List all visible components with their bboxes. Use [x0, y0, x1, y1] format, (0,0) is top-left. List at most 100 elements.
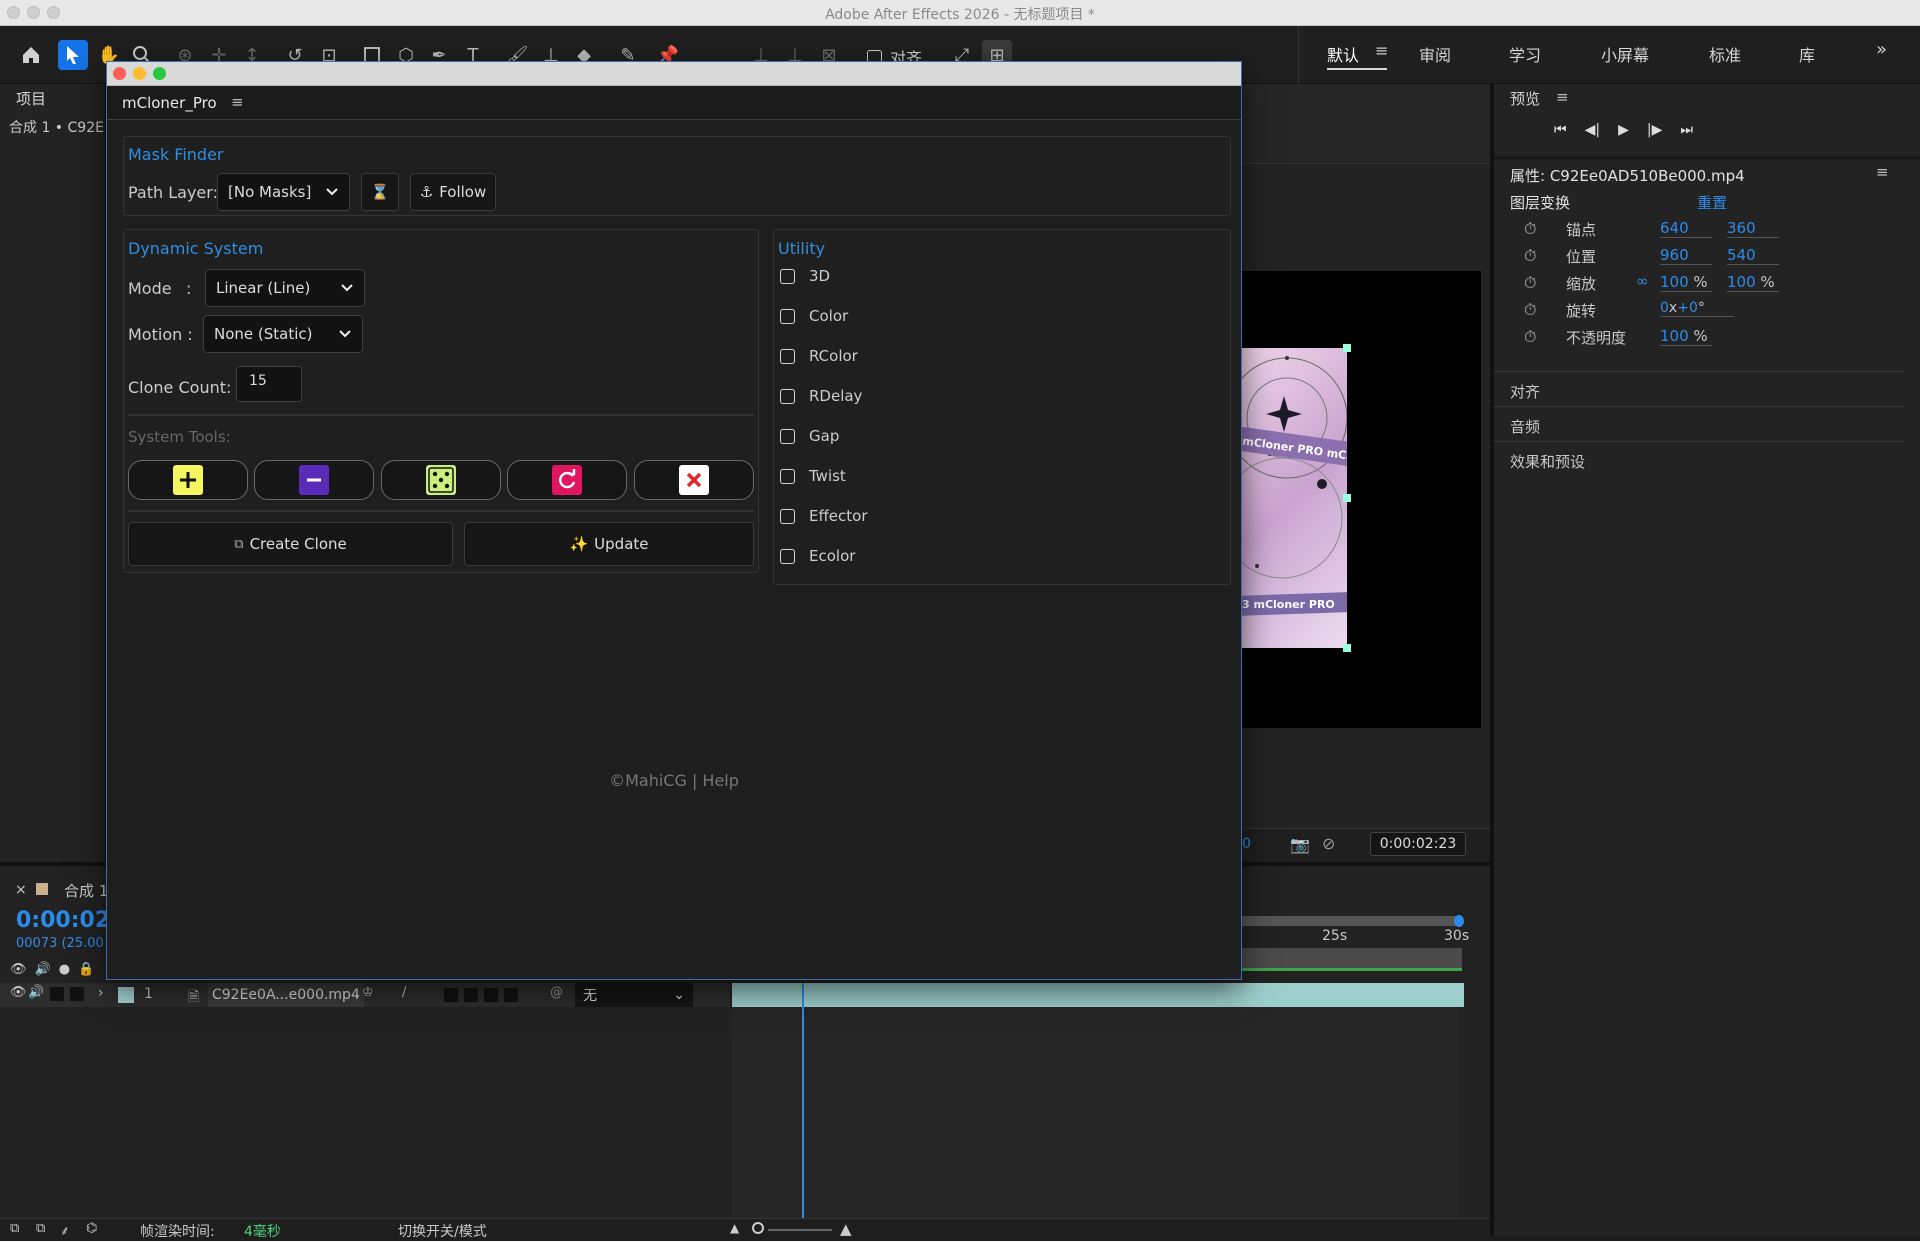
- zoom-slider-handle[interactable]: [752, 1222, 764, 1234]
- checkbox[interactable]: [780, 308, 795, 324]
- effects-presets-section[interactable]: 效果和预设: [1510, 451, 1585, 472]
- quality-switch-icon[interactable]: /: [402, 985, 406, 1000]
- switch-box[interactable]: [484, 988, 498, 1002]
- track-area[interactable]: [732, 983, 1458, 1237]
- hourglass-button[interactable]: ⌛: [361, 173, 399, 211]
- render-time-icon[interactable]: ⸙: [60, 1221, 70, 1239]
- checkbox[interactable]: [780, 348, 795, 364]
- last-frame-icon[interactable]: ⏭: [1680, 122, 1693, 138]
- eye-icon[interactable]: 👁: [10, 985, 27, 1000]
- shy-switch-icon[interactable]: ♔: [362, 985, 374, 1000]
- anchor-y[interactable]: 360: [1727, 219, 1779, 238]
- next-frame-icon[interactable]: |▶: [1647, 122, 1662, 138]
- comp-flowchart-icon[interactable]: ⧉: [10, 1221, 19, 1236]
- plugin-zoom-button[interactable]: [153, 67, 166, 80]
- utility-item-gap[interactable]: Gap: [780, 416, 1220, 456]
- workspace-tab-review[interactable]: 审阅: [1419, 42, 1451, 66]
- follow-button[interactable]: ⚓ Follow: [410, 173, 496, 211]
- path-layer-dropdown[interactable]: [No Masks]: [217, 173, 350, 211]
- properties-menu-icon[interactable]: ≡: [1876, 163, 1889, 181]
- reset-button[interactable]: [507, 460, 627, 500]
- preview-panel-title[interactable]: 预览: [1510, 88, 1540, 109]
- help-link[interactable]: Help: [702, 771, 738, 790]
- utility-item-ecolor[interactable]: Ecolor: [780, 536, 1220, 576]
- plugin-menu-icon[interactable]: ≡: [231, 93, 244, 111]
- rotation-degrees[interactable]: +0: [1677, 300, 1698, 316]
- playhead[interactable]: [802, 983, 804, 1237]
- lock-icon[interactable]: 🔒: [78, 962, 94, 977]
- project-panel-title[interactable]: 项目: [16, 88, 46, 109]
- layer-switches-icon[interactable]: ⧉: [36, 1221, 45, 1236]
- utility-item-color[interactable]: Color: [780, 296, 1220, 336]
- preview-menu-icon[interactable]: ≡: [1556, 88, 1569, 106]
- plugin-tab[interactable]: mCloner_Pro: [122, 94, 217, 112]
- label-color-swatch[interactable]: [118, 987, 134, 1003]
- transform-handle[interactable]: [1343, 344, 1351, 352]
- checkbox[interactable]: [780, 428, 795, 444]
- checkbox[interactable]: [780, 388, 795, 404]
- comp-tab[interactable]: 合成 1: [64, 880, 108, 901]
- motion-dropdown[interactable]: None (Static): [203, 315, 363, 353]
- audio-icon[interactable]: 🔊: [28, 985, 44, 1000]
- stopwatch-icon[interactable]: ⏱: [1524, 327, 1536, 347]
- zoom-out-icon[interactable]: ▲: [730, 1221, 739, 1235]
- lock-box[interactable]: [70, 987, 84, 1001]
- home-icon[interactable]: [16, 40, 46, 70]
- utility-item-twist[interactable]: Twist: [780, 456, 1220, 496]
- prev-frame-icon[interactable]: ◀|: [1585, 122, 1600, 138]
- utility-item-rdelay[interactable]: RDelay: [780, 376, 1220, 416]
- layer-transform-heading[interactable]: 图层变换: [1510, 192, 1570, 213]
- work-area-end[interactable]: [1454, 915, 1464, 927]
- randomize-button[interactable]: [381, 460, 501, 500]
- opacity-value[interactable]: 100: [1660, 327, 1689, 345]
- parent-dropdown[interactable]: 无 ⌄: [575, 983, 693, 1007]
- expand-chevron-icon[interactable]: ›: [98, 985, 104, 1001]
- zoom-slider-track[interactable]: [768, 1229, 832, 1231]
- audio-section[interactable]: 音频: [1510, 416, 1540, 437]
- switch-box[interactable]: [444, 988, 458, 1002]
- solo-icon[interactable]: ●: [59, 962, 70, 977]
- layer-bar[interactable]: [732, 983, 1464, 1007]
- rotation-turns[interactable]: 0: [1660, 300, 1669, 316]
- workspace-tab-learn[interactable]: 学习: [1509, 42, 1541, 66]
- toggle-switches-label[interactable]: 切换开关/模式: [398, 1221, 487, 1241]
- reset-link[interactable]: 重置: [1697, 192, 1727, 213]
- create-clone-button[interactable]: ⧉ Create Clone: [128, 522, 453, 566]
- checkbox[interactable]: [780, 468, 795, 484]
- zoom-in-icon[interactable]: ▲: [840, 1220, 852, 1238]
- timeline-timecode[interactable]: 0:00:02:: [16, 908, 119, 933]
- remove-clone-button[interactable]: [254, 460, 374, 500]
- more-workspaces-icon[interactable]: »: [1876, 39, 1887, 60]
- plugin-minimize-button[interactable]: [133, 67, 146, 80]
- checkbox[interactable]: [780, 508, 795, 524]
- utility-item-3d[interactable]: 3D: [780, 256, 1220, 296]
- mode-dropdown[interactable]: Linear (Line): [205, 269, 365, 307]
- work-area-bar[interactable]: [1242, 916, 1462, 926]
- motion-blur-icon[interactable]: ⌬: [86, 1221, 97, 1236]
- add-clone-button[interactable]: [128, 460, 248, 500]
- eye-icon[interactable]: 👁: [10, 962, 27, 977]
- utility-item-rcolor[interactable]: RColor: [780, 336, 1220, 376]
- play-icon[interactable]: ▶: [1618, 122, 1629, 138]
- parent-pickwhip-icon[interactable]: @: [550, 985, 563, 1000]
- stopwatch-icon[interactable]: ⏱: [1524, 273, 1536, 293]
- viewer-timecode[interactable]: 0:00:02:23: [1370, 832, 1466, 856]
- workspace-tab-default[interactable]: 默认: [1327, 42, 1359, 66]
- transform-handle[interactable]: [1343, 494, 1351, 502]
- switch-box[interactable]: [464, 988, 478, 1002]
- plugin-close-button[interactable]: [113, 67, 126, 80]
- layer-row[interactable]: 👁 🔊 › 1 🗎 C92Ee0A...e000.mp4 ♔ / @ 无 ⌄: [0, 983, 730, 1007]
- layer-name[interactable]: C92Ee0A...e000.mp4: [208, 983, 364, 1007]
- scale-x[interactable]: 100: [1660, 273, 1689, 291]
- anchor-x[interactable]: 640: [1660, 219, 1712, 238]
- selection-tool-icon[interactable]: [58, 40, 88, 70]
- position-y[interactable]: 540: [1727, 246, 1779, 265]
- position-x[interactable]: 960: [1660, 246, 1712, 265]
- solo-box[interactable]: [50, 987, 64, 1001]
- snapshot-icon[interactable]: 📷: [1290, 835, 1310, 854]
- delete-clone-button[interactable]: [634, 460, 754, 500]
- scale-y[interactable]: 100: [1727, 273, 1756, 291]
- first-frame-icon[interactable]: ⏮: [1554, 122, 1567, 138]
- switch-box[interactable]: [504, 988, 518, 1002]
- workspace-tab-small-screen[interactable]: 小屏幕: [1601, 42, 1649, 66]
